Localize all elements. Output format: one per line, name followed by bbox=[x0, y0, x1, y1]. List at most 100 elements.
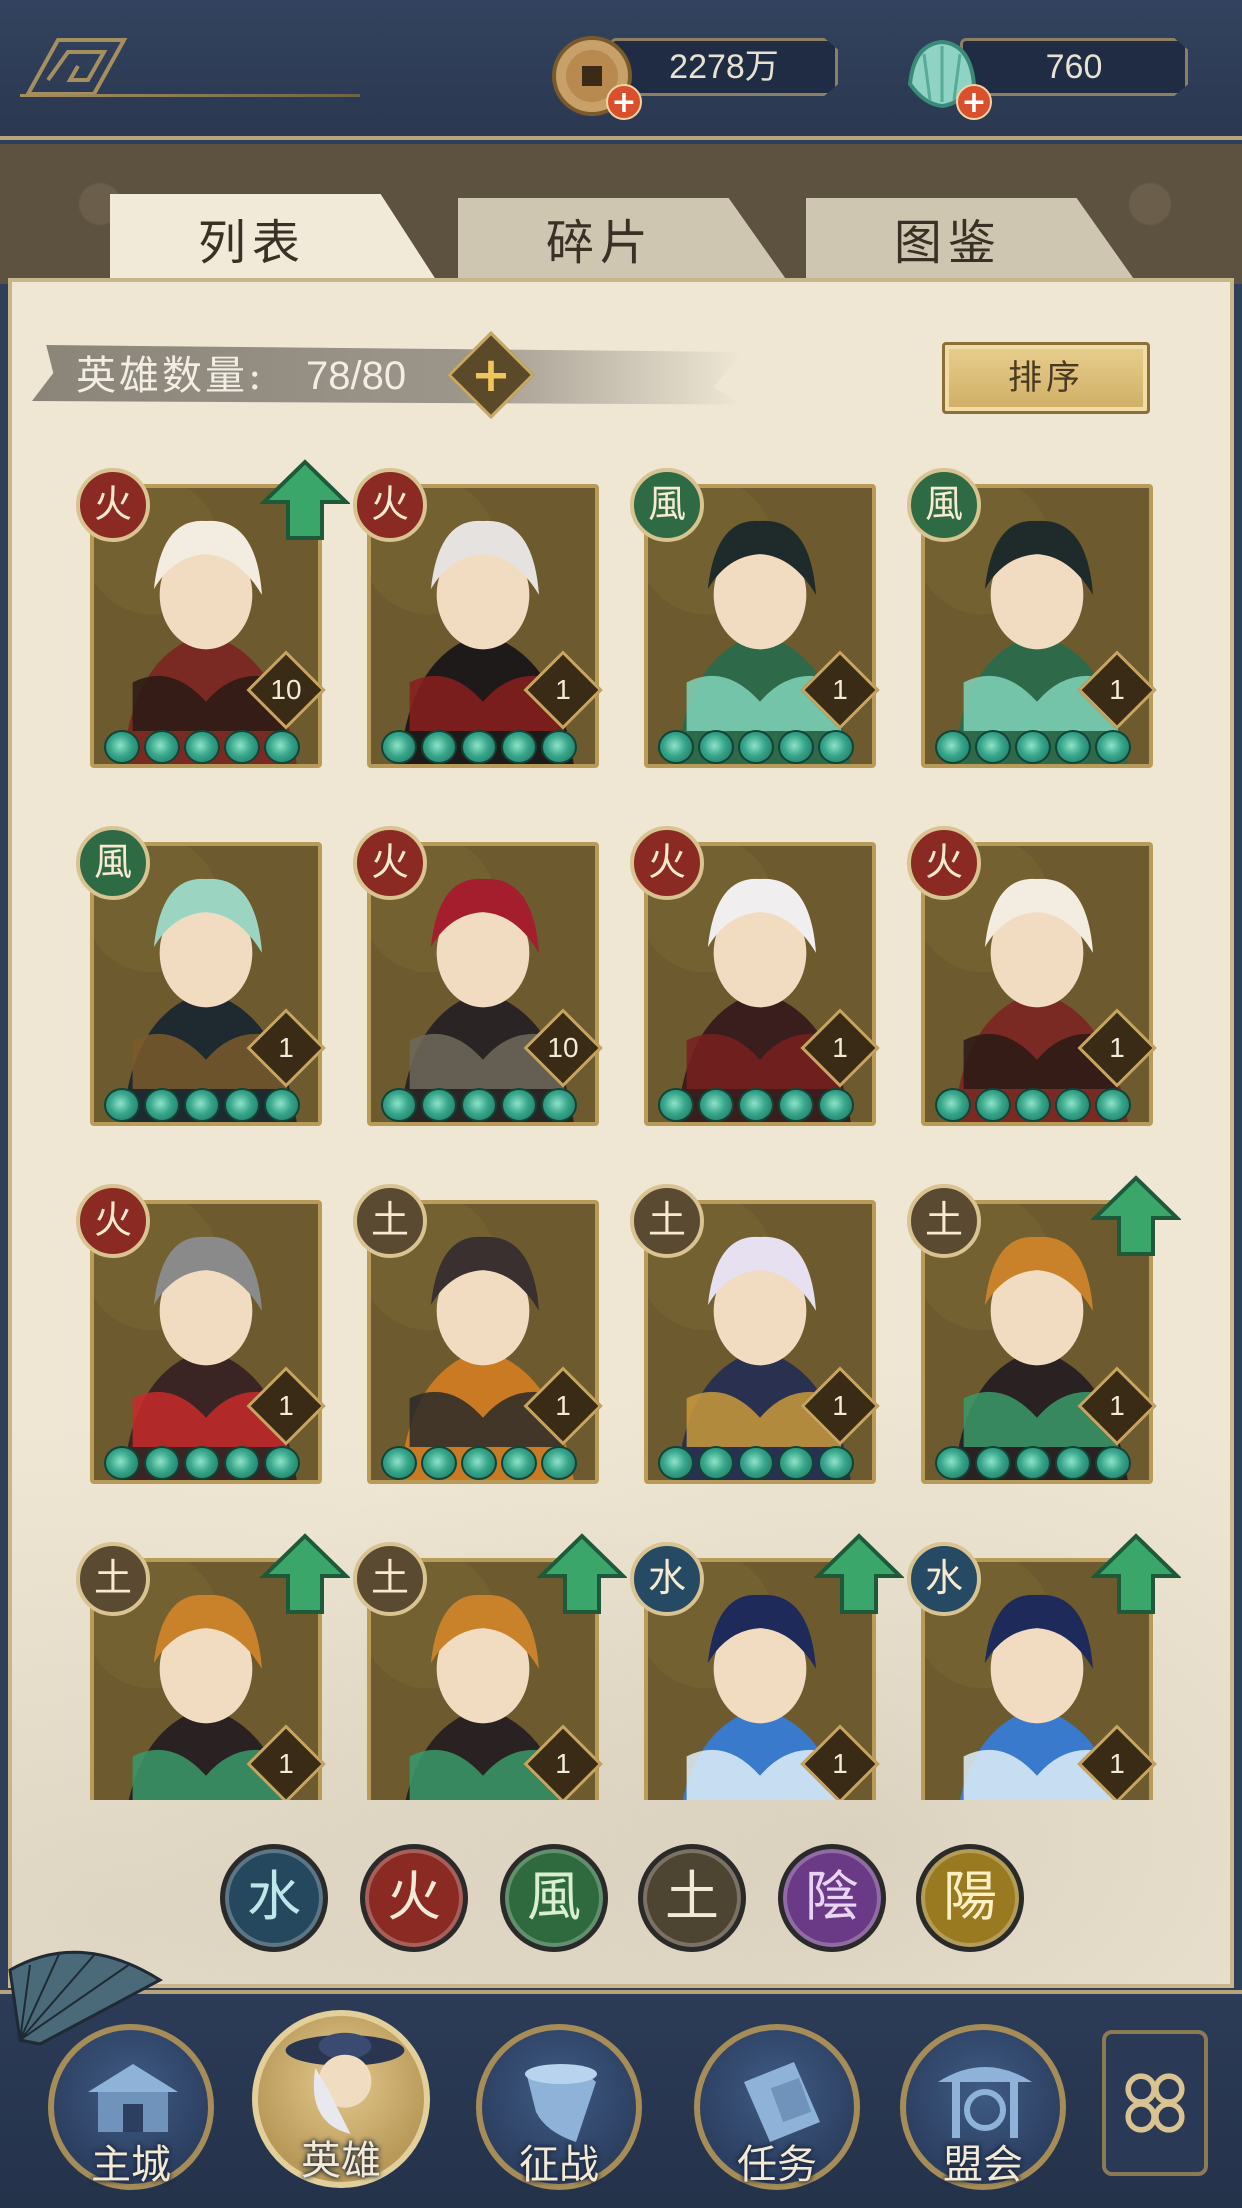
filter-yang-button[interactable]: 陽 bbox=[916, 1844, 1024, 1952]
nav-heroes[interactable]: 英雄 bbox=[252, 2010, 430, 2188]
star-icon bbox=[381, 1088, 417, 1122]
element-badge: 火 bbox=[76, 468, 150, 542]
filter-earth-button[interactable]: 土 bbox=[638, 1844, 746, 1952]
nav-campaign-label: 征战 bbox=[519, 2142, 599, 2188]
level-value: 1 bbox=[278, 1748, 294, 1779]
clover-menu-icon bbox=[1125, 2073, 1185, 2133]
star-icon bbox=[818, 730, 854, 764]
hero-card[interactable]: 水1 bbox=[630, 1528, 904, 1800]
star-rating bbox=[658, 730, 868, 764]
filter-water-button[interactable]: 水 bbox=[220, 1844, 328, 1952]
nav-campaign[interactable]: 征战 bbox=[476, 2024, 642, 2190]
filter-wind-button[interactable]: 風 bbox=[500, 1844, 608, 1952]
level-value: 1 bbox=[832, 1748, 848, 1779]
star-icon bbox=[541, 730, 577, 764]
element-badge: 火 bbox=[630, 826, 704, 900]
pattern-logo-icon bbox=[24, 38, 128, 96]
star-icon bbox=[818, 1446, 854, 1480]
element-badge: 火 bbox=[353, 468, 427, 542]
sort-button[interactable]: 排序 bbox=[942, 342, 1150, 414]
star-icon bbox=[975, 730, 1011, 764]
element-badge: 土 bbox=[353, 1542, 427, 1616]
filter-yin-button[interactable]: 陰 bbox=[778, 1844, 886, 1952]
nav-main-city-label: 主城 bbox=[91, 2142, 171, 2188]
element-badge: 風 bbox=[630, 468, 704, 542]
more-menu-button[interactable] bbox=[1102, 2030, 1208, 2176]
tab-codex-label: 图鉴 bbox=[893, 215, 1002, 271]
star-icon bbox=[421, 1446, 457, 1480]
star-icon bbox=[698, 730, 734, 764]
hero-card[interactable]: 土1 bbox=[353, 1528, 627, 1800]
star-icon bbox=[1095, 1446, 1131, 1480]
element-badge: 風 bbox=[76, 826, 150, 900]
upgrade-arrow-icon bbox=[1091, 1175, 1181, 1256]
star-rating bbox=[381, 730, 591, 764]
star-icon bbox=[778, 1446, 814, 1480]
hero-card[interactable]: 土1 bbox=[630, 1170, 880, 1490]
hero-card[interactable]: 火1 bbox=[353, 454, 603, 774]
element-badge: 風 bbox=[907, 468, 981, 542]
element-filter-bar: 水 火 風 土 陰 陽 bbox=[0, 1838, 1242, 1958]
add-jade-button[interactable]: + bbox=[956, 84, 992, 120]
star-icon bbox=[224, 1088, 260, 1122]
level-value: 1 bbox=[278, 1032, 294, 1063]
star-rating bbox=[381, 1088, 591, 1122]
level-value: 1 bbox=[278, 1390, 294, 1421]
hero-card[interactable]: 土1 bbox=[353, 1170, 603, 1490]
star-icon bbox=[144, 1088, 180, 1122]
star-rating bbox=[935, 730, 1145, 764]
nav-heroes-label: 英雄 bbox=[301, 2138, 381, 2184]
star-icon bbox=[224, 1446, 260, 1480]
filter-fire-button[interactable]: 火 bbox=[360, 1844, 468, 1952]
level-value: 10 bbox=[547, 1032, 579, 1063]
star-rating bbox=[658, 1088, 868, 1122]
star-icon bbox=[381, 730, 417, 764]
hero-card[interactable]: 土1 bbox=[76, 1528, 350, 1800]
star-icon bbox=[738, 1446, 774, 1480]
star-icon bbox=[104, 730, 140, 764]
upgrade-arrow-icon bbox=[260, 459, 350, 540]
nav-tasks[interactable]: 任务 bbox=[694, 2024, 860, 2190]
hero-card[interactable]: 火1 bbox=[907, 812, 1157, 1132]
hero-card[interactable]: 風1 bbox=[907, 454, 1157, 774]
hero-card[interactable]: 風1 bbox=[76, 812, 326, 1132]
hero-card[interactable]: 水1 bbox=[907, 1528, 1181, 1800]
star-icon bbox=[501, 730, 537, 764]
star-icon bbox=[461, 730, 497, 764]
hero-grid: 火 10 火 1 風 1 風 1 風 1 火 10 火 1 火 1 火 1 土 1 土 1 土 1 土 1 土 1 水 1 水 1 bbox=[0, 440, 1242, 1800]
star-icon bbox=[975, 1088, 1011, 1122]
star-icon bbox=[738, 730, 774, 764]
star-icon bbox=[935, 730, 971, 764]
folding-fan-icon bbox=[8, 1950, 163, 2046]
star-icon bbox=[1015, 730, 1051, 764]
star-icon bbox=[738, 1088, 774, 1122]
star-icon bbox=[1055, 1088, 1091, 1122]
level-value: 1 bbox=[832, 1032, 848, 1063]
tab-fragments-label: 碎片 bbox=[545, 215, 654, 271]
star-icon bbox=[778, 730, 814, 764]
star-icon bbox=[501, 1088, 537, 1122]
star-icon bbox=[104, 1088, 140, 1122]
hero-card[interactable]: 火1 bbox=[630, 812, 880, 1132]
jade-counter: 760 + bbox=[900, 34, 1210, 120]
star-icon bbox=[184, 730, 220, 764]
hero-card[interactable]: 土1 bbox=[907, 1170, 1181, 1490]
coin-value: 2278万 bbox=[669, 48, 779, 86]
star-rating bbox=[104, 1446, 314, 1480]
star-icon bbox=[264, 1446, 300, 1480]
star-rating bbox=[935, 1088, 1145, 1122]
star-icon bbox=[658, 730, 694, 764]
nav-guild[interactable]: 盟会 bbox=[900, 2024, 1066, 2190]
star-icon bbox=[818, 1088, 854, 1122]
hero-card[interactable]: 火1 bbox=[76, 1170, 326, 1490]
star-rating bbox=[104, 1088, 314, 1122]
star-icon bbox=[935, 1088, 971, 1122]
hero-card[interactable]: 火 10 bbox=[353, 812, 603, 1132]
hero-card[interactable]: 火 10 bbox=[76, 454, 350, 774]
star-rating bbox=[381, 1446, 591, 1480]
star-icon bbox=[461, 1088, 497, 1122]
star-icon bbox=[658, 1446, 694, 1480]
upgrade-arrow-icon bbox=[260, 1533, 350, 1614]
add-coin-button[interactable]: + bbox=[606, 84, 642, 120]
hero-card[interactable]: 風1 bbox=[630, 454, 880, 774]
